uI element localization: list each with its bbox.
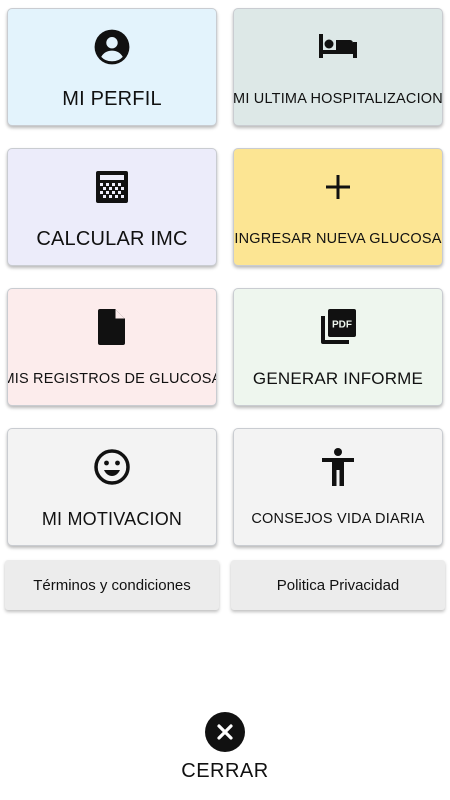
daily-life-tips-label: CONSEJOS VIDA DIARIA [251,511,425,527]
generate-report-label: GENERAR INFORME [252,369,424,388]
close-section: CERRAR [0,712,450,783]
new-glucose-button[interactable]: INGRESAR NUEVA GLUCOSA [233,148,443,266]
new-glucose-label: INGRESAR NUEVA GLUCOSA [234,231,442,247]
my-motivation-button[interactable]: MI MOTIVACION [7,428,217,546]
privacy-button[interactable]: Politica Privacidad [231,560,445,610]
terms-label: Términos y condiciones [33,576,191,594]
plus-icon [234,167,442,207]
my-profile-label: MI PERFIL [62,87,162,110]
last-hospitalization-label: MI ULTIMA HOSPITALIZACION [233,91,443,107]
document-icon [8,307,216,347]
close-button[interactable] [205,712,245,752]
calculate-bmi-label: CALCULAR IMC [36,227,188,250]
generate-report-button[interactable]: PDF GENERAR INFORME [233,288,443,406]
privacy-label: Politica Privacidad [276,576,400,594]
terms-button[interactable]: Términos y condiciones [5,560,219,610]
last-hospitalization-button[interactable]: MI ULTIMA HOSPITALIZACION [233,8,443,126]
my-motivation-label: MI MOTIVACION [41,508,183,529]
smiley-face-icon [8,447,216,487]
hotel-bed-icon [234,27,442,67]
calculator-grid-icon [8,167,216,207]
glucose-records-label: MIS REGISTROS DE GLUCOSA [7,371,217,387]
svg-text:PDF: PDF [332,320,352,331]
pdf-icon: PDF [234,307,442,347]
account-circle-icon [8,27,216,67]
daily-life-tips-button[interactable]: CONSEJOS VIDA DIARIA [233,428,443,546]
my-profile-button[interactable]: MI PERFIL [7,8,217,126]
close-circle-icon [217,724,233,740]
glucose-records-button[interactable]: MIS REGISTROS DE GLUCOSA [7,288,217,406]
close-label[interactable]: CERRAR [181,760,268,783]
calculate-bmi-button[interactable]: CALCULAR IMC [7,148,217,266]
accessibility-person-icon [234,447,442,487]
